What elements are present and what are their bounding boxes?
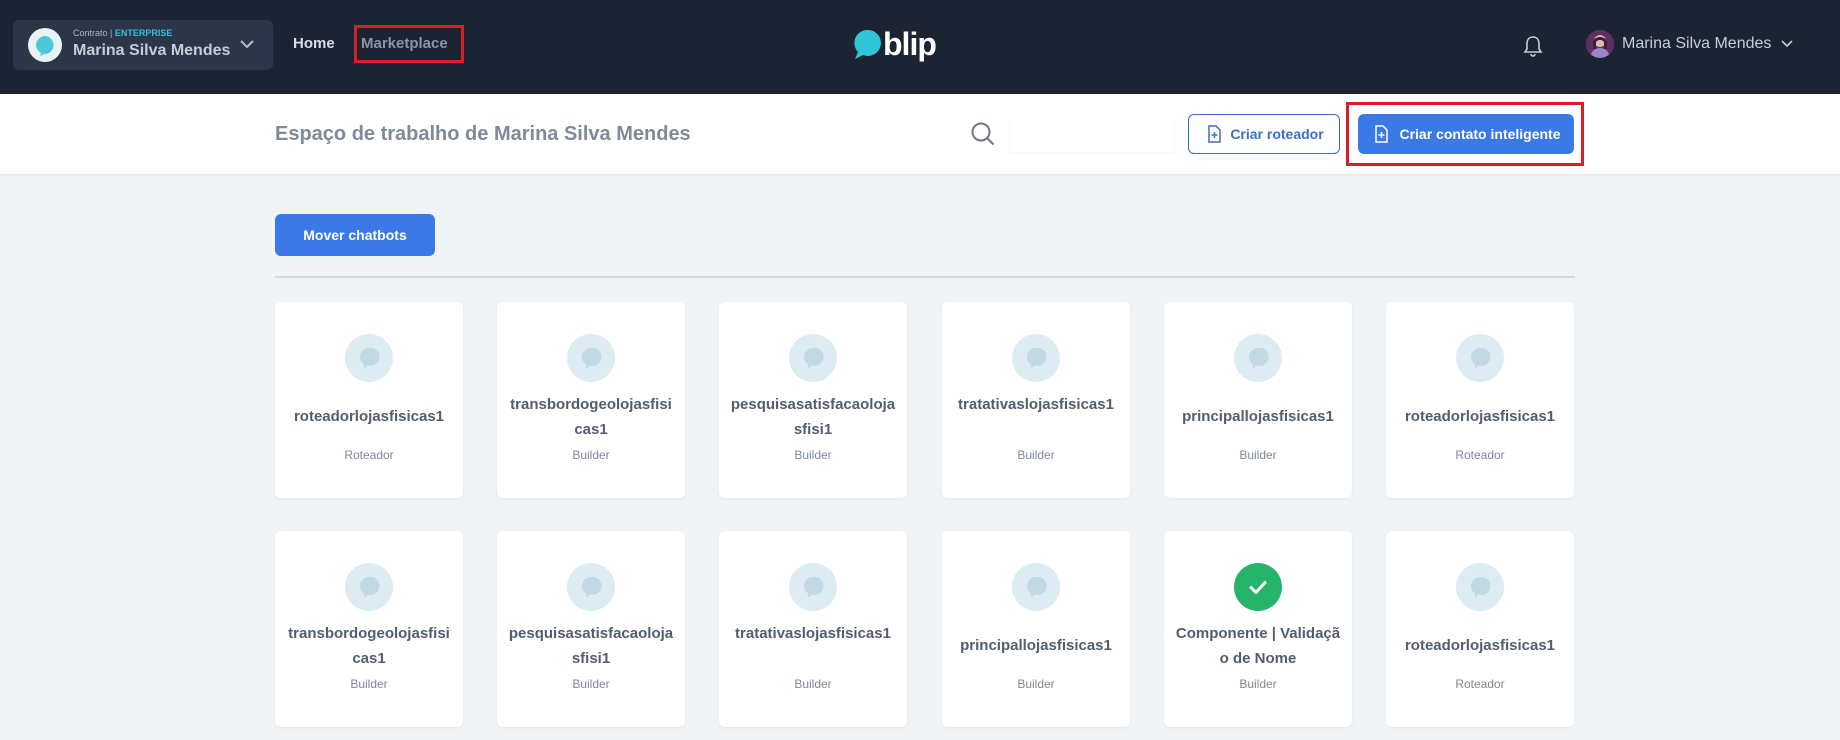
chatbot-name: pesquisasatisfacaolojasfisi1 — [508, 625, 674, 667]
chatbot-name: tratativaslojasfisicas1 — [958, 396, 1114, 413]
chatbot-type: Builder — [572, 448, 610, 462]
nav-home-link[interactable]: Home — [293, 35, 335, 52]
search-icon[interactable] — [970, 121, 996, 147]
check-icon — [1249, 581, 1267, 594]
chat-bubble-icon — [803, 347, 824, 369]
chat-bubble-icon — [803, 576, 824, 598]
chatbot-name: pesquisasatisfacaolojasfisi1 — [730, 396, 896, 438]
chatbot-name: transbordogeolojasfisicas1 — [510, 396, 672, 438]
top-navbar: Contrato | ENTERPRISE Marina Silva Mende… — [0, 0, 1840, 94]
chatbot-avatar — [345, 563, 393, 611]
chat-bubble-icon — [1470, 576, 1491, 598]
add-document-icon — [1375, 125, 1389, 143]
chatbot-avatar — [567, 334, 615, 382]
chatbot-card[interactable]: roteadorlojasfisicas1 Roteador — [275, 302, 463, 498]
chatbot-card[interactable]: roteadorlojasfisicas1 Roteador — [1386, 531, 1574, 727]
chatbot-type: Builder — [1239, 677, 1277, 691]
create-router-button[interactable]: Criar roteador — [1188, 114, 1340, 154]
chat-bubble-icon — [581, 347, 602, 369]
chatbot-avatar — [789, 334, 837, 382]
chatbot-card[interactable]: tratativaslojasfisicas1 Builder — [942, 302, 1130, 498]
chatbot-name: roteadorlojasfisicas1 — [293, 408, 445, 425]
chatbot-name: tratativaslojasfisicas1 — [735, 625, 891, 642]
chatbot-avatar — [345, 334, 393, 382]
chatbot-card[interactable]: transbordogeolojasfisicas1 Builder — [497, 302, 685, 498]
chatbot-name: principallojasfisicas1 — [1182, 408, 1334, 425]
chatbot-card[interactable]: transbordogeolojasfisicas1 Builder — [275, 531, 463, 727]
chat-bubble-icon — [1026, 347, 1047, 369]
chatbot-card[interactable]: pesquisasatisfacaolojasfisi1 Builder — [497, 531, 685, 727]
user-name: Marina Silva Mendes — [1622, 35, 1772, 52]
blip-logo[interactable]: blip — [852, 26, 937, 62]
chatbot-avatar — [789, 563, 837, 611]
chatbot-avatar — [567, 563, 615, 611]
chatbot-type: Builder — [1017, 677, 1055, 691]
contract-name: Marina Silva Mendes — [73, 42, 231, 59]
chatbot-type: Builder — [1239, 448, 1277, 462]
chat-bubble-icon — [1248, 347, 1269, 369]
user-avatar — [1586, 30, 1614, 58]
chatbot-card[interactable]: Componente | Validação de Nome Builder — [1164, 531, 1352, 727]
chat-bubble-icon — [359, 576, 380, 598]
chat-bubble-icon — [359, 347, 380, 369]
blip-logo-bubble-icon — [854, 29, 881, 59]
chatbot-avatar — [1012, 334, 1060, 382]
chat-bubble-icon — [1470, 347, 1491, 369]
chatbot-type: Builder — [794, 448, 832, 462]
chatbot-type: Builder — [350, 677, 388, 691]
chatbot-avatar — [1012, 563, 1060, 611]
contract-label: Contrato | ENTERPRISE — [73, 28, 173, 38]
status-check-badge — [1234, 563, 1282, 611]
chatbot-name: roteadorlojasfisicas1 — [1404, 408, 1556, 425]
chatbot-card[interactable]: principallojasfisicas1 Builder — [1164, 302, 1352, 498]
create-smart-contact-button[interactable]: Criar contato inteligente — [1358, 114, 1574, 154]
chatbot-avatar — [1456, 563, 1504, 611]
workspace-header: Espaço de trabalho de Marina Silva Mende… — [0, 94, 1840, 174]
chatbot-avatar — [1456, 334, 1504, 382]
chatbot-name: Componente | Validação de Nome — [1175, 625, 1341, 667]
chatbot-type: Roteador — [1455, 677, 1505, 691]
page-title: Espaço de trabalho de Marina Silva Mende… — [275, 123, 691, 145]
chatbot-avatar — [1234, 334, 1282, 382]
chatbot-card[interactable]: pesquisasatisfacaolojasfisi1 Builder — [719, 302, 907, 498]
chatbot-name: transbordogeolojasfisicas1 — [288, 625, 450, 667]
notification-bell-icon[interactable] — [1522, 34, 1544, 58]
chatbot-card[interactable]: roteadorlojasfisicas1 Roteador — [1386, 302, 1574, 498]
chatbot-type: Builder — [1017, 448, 1055, 462]
divider — [275, 276, 1575, 278]
nav-marketplace-link[interactable]: Marketplace — [361, 35, 448, 52]
chatbot-card[interactable]: tratativaslojasfisicas1 Builder — [719, 531, 907, 727]
contract-selector[interactable]: Contrato | ENTERPRISE Marina Silva Mende… — [13, 20, 273, 70]
chat-bubble-icon — [36, 36, 54, 56]
chevron-down-icon[interactable] — [239, 38, 255, 50]
chatbot-name: roteadorlojasfisicas1 — [1404, 637, 1556, 654]
search-input[interactable] — [1010, 114, 1174, 152]
chat-bubble-icon — [581, 576, 602, 598]
chevron-down-icon[interactable] — [1781, 40, 1793, 48]
chatbot-type: Builder — [794, 677, 832, 691]
move-chatbots-button[interactable]: Mover chatbots — [275, 214, 435, 256]
chatbot-type: Roteador — [344, 448, 394, 462]
user-menu[interactable]: Marina Silva Mendes — [1586, 30, 1793, 58]
chatbot-type: Builder — [572, 677, 610, 691]
chatbot-type: Roteador — [1455, 448, 1505, 462]
add-document-icon — [1208, 125, 1222, 143]
chatbot-name: principallojasfisicas1 — [960, 637, 1112, 654]
contract-avatar — [28, 28, 62, 62]
chatbot-card[interactable]: principallojasfisicas1 Builder — [942, 531, 1130, 727]
chat-bubble-icon — [1026, 576, 1047, 598]
